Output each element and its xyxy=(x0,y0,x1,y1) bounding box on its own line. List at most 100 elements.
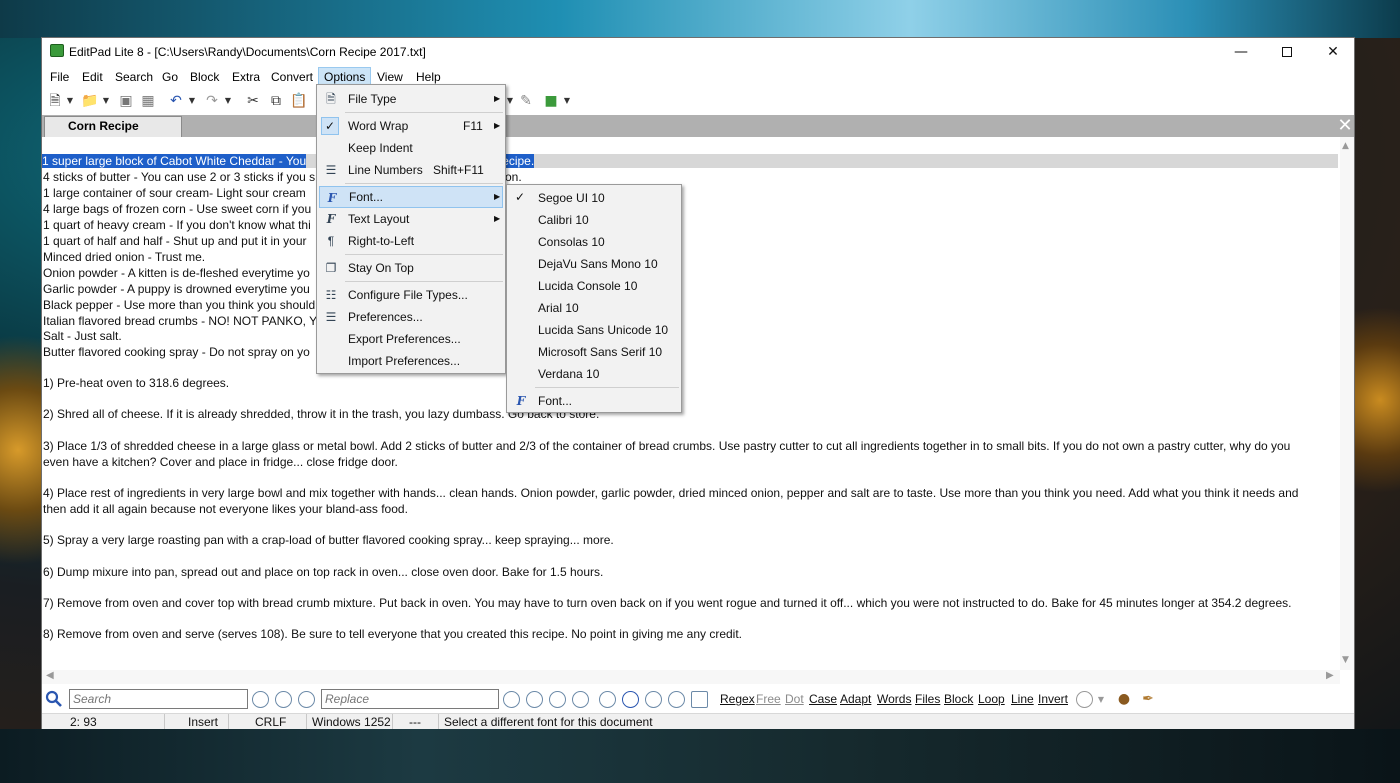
insert-mode[interactable]: Insert xyxy=(188,715,218,729)
search-history-icon[interactable] xyxy=(691,691,708,708)
menu-line-numbers[interactable]: ☰ Line Numbers Shift+F11 xyxy=(319,159,503,181)
menu-convert[interactable]: Convert xyxy=(266,67,318,87)
undo-dropdown-icon[interactable]: ▼ xyxy=(188,92,196,110)
text-editor[interactable]: 1 super large block of Cabot White Chedd… xyxy=(42,137,1340,670)
line-option[interactable]: Line xyxy=(1011,692,1034,706)
menu-edit[interactable]: Edit xyxy=(77,67,108,87)
loop-option[interactable]: Loop xyxy=(978,692,1005,706)
menu-file-type[interactable]: 🗎 File Type ▶ xyxy=(319,88,503,110)
font-option-arial[interactable]: Arial 10 xyxy=(509,297,679,319)
menu-font[interactable]: F Font... ▶ xyxy=(319,186,503,208)
search-options-icon[interactable] xyxy=(1076,691,1093,708)
find-all-icon[interactable] xyxy=(298,691,315,708)
replace-input[interactable] xyxy=(321,689,499,709)
menu-go[interactable]: Go xyxy=(157,67,183,87)
replace-icon[interactable] xyxy=(503,691,520,708)
save-icon[interactable]: ▣ xyxy=(117,92,135,110)
adapt-option[interactable]: Adapt xyxy=(840,692,871,706)
mark-icon[interactable] xyxy=(645,691,662,708)
files-option[interactable]: Files xyxy=(915,692,940,706)
menu-right-to-left[interactable]: ¶ Right-to-Left xyxy=(319,230,503,252)
font-option-microsoft-sans-serif[interactable]: Microsoft Sans Serif 10 xyxy=(509,341,679,363)
menu-word-wrap[interactable]: ✓ Word Wrap F11 ▶ xyxy=(319,115,503,137)
font-option-segoe-ui[interactable]: ✓ Segoe UI 10 xyxy=(509,187,679,209)
tab-corn-recipe[interactable]: Corn Recipe 2017.txt xyxy=(44,116,182,152)
font-option-consolas[interactable]: Consolas 10 xyxy=(509,231,679,253)
paste-icon[interactable]: 📋 xyxy=(290,92,308,110)
new-dropdown-icon[interactable]: ▼ xyxy=(66,92,74,110)
menu-file[interactable]: File xyxy=(45,67,74,87)
feather-icon[interactable]: ✒ xyxy=(1139,690,1157,708)
save-all-icon[interactable]: ▦ xyxy=(139,92,157,110)
free-option[interactable]: Free xyxy=(756,692,781,706)
stay-on-top-icon: ❐ xyxy=(325,261,337,275)
menu-import-preferences[interactable]: Import Preferences... xyxy=(319,350,503,372)
submenu-arrow-icon: ▶ xyxy=(494,192,501,201)
open-dropdown-icon[interactable]: ▼ xyxy=(102,92,110,110)
owl-icon[interactable]: ● xyxy=(1115,690,1133,708)
close-tab-icon[interactable]: ✕ xyxy=(1335,116,1355,136)
scroll-down-icon[interactable]: ▼ xyxy=(1342,655,1349,665)
font-option-verdana[interactable]: Verdana 10 xyxy=(509,363,679,385)
editor-line: 3) Place 1/3 of shredded cheese in a lar… xyxy=(43,439,1291,453)
font-option-lucida-console[interactable]: Lucida Console 10 xyxy=(509,275,679,297)
redo-icon[interactable]: ↷ xyxy=(203,92,221,110)
replace-next-icon[interactable] xyxy=(526,691,543,708)
case-option[interactable]: Case xyxy=(809,692,837,706)
scroll-left-icon[interactable]: ◀ xyxy=(46,670,54,681)
font-option-lucida-sans-unicode[interactable]: Lucida Sans Unicode 10 xyxy=(509,319,679,341)
font-dialog-option[interactable]: F Font... xyxy=(509,390,679,412)
menu-export-preferences[interactable]: Export Preferences... xyxy=(319,328,503,350)
cut-icon[interactable]: ✂ xyxy=(244,92,262,110)
line-ending[interactable]: CRLF xyxy=(255,715,286,729)
search-input[interactable] xyxy=(69,689,248,709)
menu-label: Right-to-Left xyxy=(348,234,415,248)
menu-search[interactable]: Search xyxy=(110,67,158,87)
menu-keep-indent[interactable]: Keep Indent xyxy=(319,137,503,159)
font-option-calibri[interactable]: Calibri 10 xyxy=(509,209,679,231)
find-next-icon[interactable] xyxy=(275,691,292,708)
editpad-app-icon[interactable] xyxy=(50,44,64,57)
redo-dropdown-icon[interactable]: ▼ xyxy=(224,92,232,110)
search-options-dropdown-icon[interactable]: ▼ xyxy=(1097,691,1105,709)
horizontal-scrollbar[interactable]: ◀ ▶ xyxy=(42,670,1340,684)
new-file-icon[interactable]: 🗎 xyxy=(46,92,64,110)
clear-mark-icon[interactable] xyxy=(668,691,685,708)
vertical-scrollbar[interactable]: ▲ ▼ xyxy=(1340,137,1354,670)
preferences-icon: ☰ xyxy=(325,310,337,324)
menu-extra[interactable]: Extra xyxy=(227,67,265,87)
toolbar-dropdown-icon[interactable]: ▼ xyxy=(506,92,514,110)
fold-icon[interactable] xyxy=(622,691,639,708)
font-option-dejavu-sans-mono[interactable]: DejaVu Sans Mono 10 xyxy=(509,253,679,275)
invert-option[interactable]: Invert xyxy=(1038,692,1068,706)
book-dropdown-icon[interactable]: ▼ xyxy=(563,92,571,110)
menu-configure-file-types[interactable]: ☷ Configure File Types... xyxy=(319,284,503,306)
menu-block[interactable]: Block xyxy=(185,67,224,87)
close-window-button[interactable]: ✕ xyxy=(1310,38,1356,66)
menu-preferences[interactable]: ☰ Preferences... xyxy=(319,306,503,328)
clipboard-edit-icon[interactable]: ✎ xyxy=(517,92,535,110)
scroll-right-icon[interactable]: ▶ xyxy=(1326,670,1334,681)
open-folder-icon[interactable]: 📁 xyxy=(81,92,99,110)
minimize-button[interactable]: — xyxy=(1218,38,1264,66)
replace-block-icon[interactable] xyxy=(572,691,589,708)
undo-icon[interactable]: ↶ xyxy=(167,92,185,110)
editpad-book-icon[interactable]: ■ xyxy=(542,92,560,110)
highlight-icon[interactable] xyxy=(599,691,616,708)
scroll-up-icon[interactable]: ▲ xyxy=(1342,141,1349,151)
dot-option[interactable]: Dot xyxy=(785,692,804,706)
menu-shortcut: Shift+F11 xyxy=(433,163,484,177)
copy-icon[interactable]: ⧉ xyxy=(267,92,285,110)
words-option[interactable]: Words xyxy=(877,692,911,706)
search-icon[interactable] xyxy=(45,690,63,708)
maximize-button[interactable] xyxy=(1264,38,1310,66)
find-first-icon[interactable] xyxy=(252,691,269,708)
encoding[interactable]: Windows 1252 xyxy=(312,715,391,729)
replace-all-icon[interactable] xyxy=(549,691,566,708)
regex-option[interactable]: Regex xyxy=(720,692,755,706)
title-bar[interactable]: EditPad Lite 8 - [C:\Users\Randy\Documen… xyxy=(42,38,1354,66)
menu-stay-on-top[interactable]: ❐ Stay On Top xyxy=(319,257,503,279)
block-option[interactable]: Block xyxy=(944,692,973,706)
menu-text-layout[interactable]: F Text Layout ▶ xyxy=(319,208,503,230)
status-divider xyxy=(306,714,307,729)
